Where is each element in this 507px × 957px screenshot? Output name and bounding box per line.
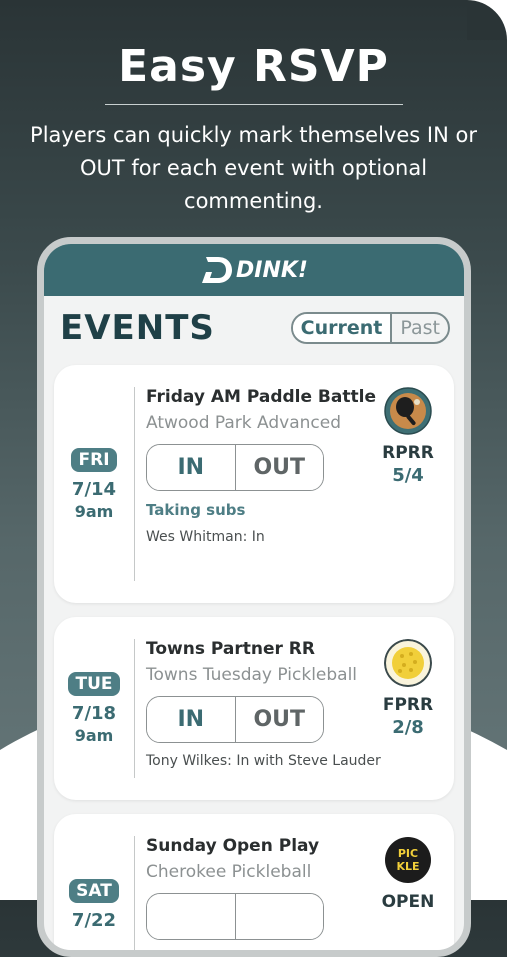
event-body: Towns Partner RR Towns Tuesday Picklebal… xyxy=(146,637,381,769)
event-title: Sunday Open Play xyxy=(146,836,320,856)
page-title: EVENTS xyxy=(60,308,215,348)
day-badge: TUE xyxy=(68,672,120,696)
phone-frame: DINK! EVENTS Current Past FRI 7/14 9am F… xyxy=(37,237,471,957)
pickleball-icon xyxy=(384,639,432,687)
event-note: Taking subs xyxy=(146,501,246,519)
event-format: PIC KLE OPEN xyxy=(372,836,444,912)
promo-headline: Easy RSVP xyxy=(118,41,389,92)
promo-subtitle: Players can quickly mark themselves IN o… xyxy=(30,123,477,213)
event-date: SAT 7/22 xyxy=(54,814,134,950)
event-title: Friday AM Paddle Battle xyxy=(146,387,376,407)
dink-logo-icon xyxy=(202,257,233,283)
event-format-code: FPRR xyxy=(382,695,434,715)
event-card[interactable]: TUE 7/18 9am Towns Partner RR Towns Tues… xyxy=(54,617,454,800)
logo-text: DINK! xyxy=(236,257,308,283)
rsvp-comment: Tony Wilkes: In with Steve Lauder xyxy=(146,753,381,769)
svg-text:PIC: PIC xyxy=(398,847,418,860)
promo-header: Easy RSVP Players can quickly mark thems… xyxy=(0,0,507,218)
event-date: TUE 7/18 9am xyxy=(54,617,134,800)
event-card[interactable]: FRI 7/14 9am Friday AM Paddle Battle Atw… xyxy=(54,365,454,603)
rsvp-in-button[interactable] xyxy=(147,894,236,939)
event-format: RPRR 5/4 xyxy=(372,387,444,486)
event-body: Friday AM Paddle Battle Atwood Park Adva… xyxy=(146,385,376,545)
tab-current[interactable]: Current xyxy=(292,314,393,342)
app-bar: DINK! xyxy=(44,244,464,296)
event-time: 9am xyxy=(74,501,114,521)
card-divider xyxy=(134,639,135,778)
event-date-number: 7/18 xyxy=(71,703,117,724)
event-format-code: RPRR xyxy=(382,443,434,463)
rsvp-in-button[interactable]: IN xyxy=(147,445,236,490)
event-format-code: OPEN xyxy=(381,892,435,912)
event-date-number: 7/22 xyxy=(71,909,117,931)
event-date: FRI 7/14 9am xyxy=(54,365,134,603)
rsvp-out-button[interactable]: OUT xyxy=(235,445,323,490)
rsvp-out-button[interactable]: OUT xyxy=(235,697,323,742)
event-title: Towns Partner RR xyxy=(146,639,315,659)
dink-logo: DINK! xyxy=(200,255,308,285)
rsvp-out-button[interactable] xyxy=(235,894,323,939)
event-time: 9am xyxy=(74,726,114,745)
divider xyxy=(104,104,403,105)
event-card[interactable]: SAT 7/22 Sunday Open Play Cherokee Pickl… xyxy=(54,814,454,950)
day-badge: FRI xyxy=(71,447,117,472)
svg-text:KLE: KLE xyxy=(396,860,419,873)
event-filter-toggle: Current Past xyxy=(290,312,450,344)
event-format: FPRR 2/8 xyxy=(372,639,444,738)
player-count: 5/4 xyxy=(392,465,424,486)
event-body: Sunday Open Play Cherokee Pickleball xyxy=(146,834,376,940)
rsvp-toggle: IN OUT xyxy=(146,444,324,491)
event-location: Cherokee Pickleball xyxy=(146,862,312,882)
rsvp-toggle: IN OUT xyxy=(146,696,324,743)
rsvp-comment: Wes Whitman: In xyxy=(146,529,265,545)
pickle-logo-icon: PIC KLE xyxy=(385,837,431,883)
player-count: 2/8 xyxy=(392,717,424,738)
event-date-number: 7/14 xyxy=(71,478,117,500)
rsvp-toggle xyxy=(146,893,324,940)
events-header: EVENTS Current Past xyxy=(44,296,464,348)
event-location: Atwood Park Advanced xyxy=(146,413,342,433)
paddle-icon xyxy=(384,387,432,435)
tab-past[interactable]: Past xyxy=(392,314,448,342)
card-divider xyxy=(134,387,135,581)
rsvp-in-button[interactable]: IN xyxy=(147,697,236,742)
card-divider xyxy=(134,836,135,950)
event-location: Towns Tuesday Pickleball xyxy=(146,665,358,685)
day-badge: SAT xyxy=(69,878,119,903)
